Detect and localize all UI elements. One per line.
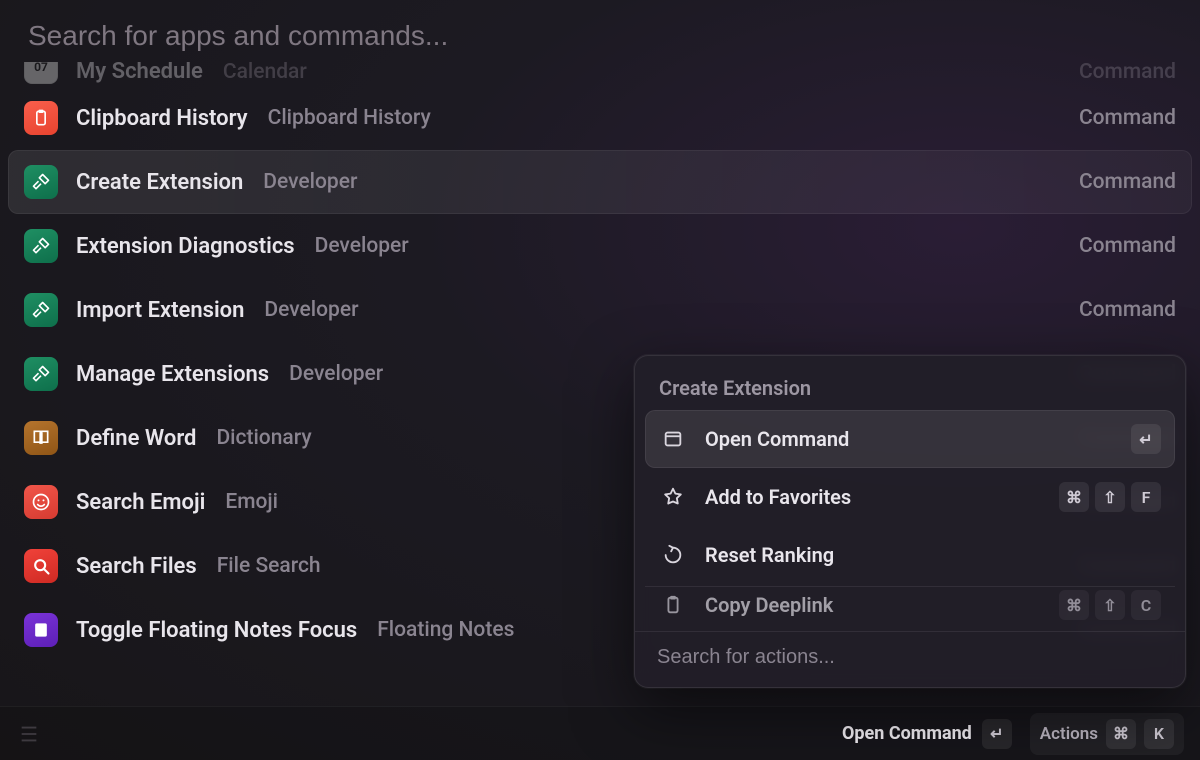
reset-icon [659,541,687,569]
action-label: Add to Favorites [705,485,851,509]
footer-bar: Open Command ↵ Actions ⌘ K [0,706,1200,760]
command-name: Create Extension [76,170,243,195]
command-subtitle: Floating Notes [377,618,514,642]
command-type-label: Command [1079,234,1176,258]
key-icon: ↵ [1131,424,1161,454]
action-row[interactable]: Open Command ↵ [645,410,1175,468]
clipboard-icon [24,101,58,135]
notes-icon [24,613,58,647]
emoji-icon [24,485,58,519]
command-row[interactable]: Clipboard History Clipboard History Comman… [8,86,1192,150]
app-logo-icon [18,723,40,745]
command-name: Toggle Floating Notes Focus [76,618,357,643]
footer-primary-label: Open Command [842,723,972,744]
command-type-label: Command [1079,106,1176,130]
command-row[interactable]: 07 My Schedule Calendar Command [8,62,1192,86]
key-icon: F [1131,482,1161,512]
window-icon [659,425,687,453]
action-shortcut: ↵ [1131,424,1161,454]
footer-primary-action[interactable]: Open Command ↵ [842,719,1012,749]
command-subtitle: Dictionary [216,426,311,450]
command-row[interactable]: Create Extension Developer Command [8,150,1192,214]
hammer-icon [24,165,58,199]
actions-search-input[interactable] [657,646,1163,669]
action-shortcut: ⌘⇧F [1059,482,1161,512]
command-subtitle: Developer [289,362,383,386]
action-row[interactable]: Copy Deeplink ⌘⇧C [645,587,1175,623]
action-label: Reset Ranking [705,543,834,567]
hammer-icon [24,293,58,327]
key-icon: ⌘ [1059,590,1089,620]
footer-actions-button[interactable]: Actions ⌘ K [1030,713,1184,755]
command-row[interactable]: Extension Diagnostics Developer Command [8,214,1192,278]
command-name: Manage Extensions [76,362,269,387]
hammer-icon [24,229,58,263]
search-bar [0,0,1200,62]
command-subtitle: Emoji [225,490,278,514]
action-label: Open Command [705,427,849,451]
command-key-icon: ⌘ [1106,719,1136,749]
cal-icon: 07 [24,62,58,84]
command-type-label: Command [1079,298,1176,322]
command-name: Import Extension [76,298,244,323]
star-icon [659,483,687,511]
command-name: Search Files [76,554,197,579]
command-subtitle: Calendar [223,62,307,84]
hammer-icon [24,357,58,391]
command-subtitle: Clipboard History [268,106,431,130]
enter-key-icon: ↵ [982,719,1012,749]
actions-list: Open Command↵Add to Favorites⌘⇧FReset Ra… [635,410,1185,629]
key-icon: ⌘ [1059,482,1089,512]
command-name: Clipboard History [76,106,248,131]
key-icon: ⇧ [1095,482,1125,512]
command-type-label: Command [1079,170,1176,194]
key-icon: ⇧ [1095,590,1125,620]
action-label: Copy Deeplink [705,593,833,617]
k-key-icon: K [1144,719,1174,749]
action-row[interactable]: Reset Ranking [645,526,1175,584]
command-name: Extension Diagnostics [76,234,295,259]
command-row[interactable]: Import Extension Developer Command [8,278,1192,342]
command-name: Define Word [76,426,196,451]
actions-search-bar [635,632,1185,687]
command-subtitle: Developer [264,298,358,322]
command-type-label: Command [1079,62,1176,84]
clipboard-icon [659,591,687,619]
search-input[interactable] [28,20,1172,52]
search-icon [24,549,58,583]
command-name: My Schedule [76,62,203,84]
command-subtitle: File Search [217,554,321,578]
command-subtitle: Developer [263,170,357,194]
launcher-window: 07My ScheduleCalendarCommandClipboard Hi… [0,0,1200,760]
actions-popup-title: Create Extension [635,356,1185,410]
actions-popup: Create Extension Open Command ↵ Add to Fav… [634,355,1186,688]
action-shortcut: ⌘⇧C [1059,590,1161,620]
book-icon [24,421,58,455]
command-name: Search Emoji [76,490,205,515]
action-row[interactable]: Add to Favorites ⌘⇧F [645,468,1175,526]
command-subtitle: Developer [315,234,409,258]
footer-actions-label: Actions [1040,724,1098,744]
key-icon: C [1131,590,1161,620]
